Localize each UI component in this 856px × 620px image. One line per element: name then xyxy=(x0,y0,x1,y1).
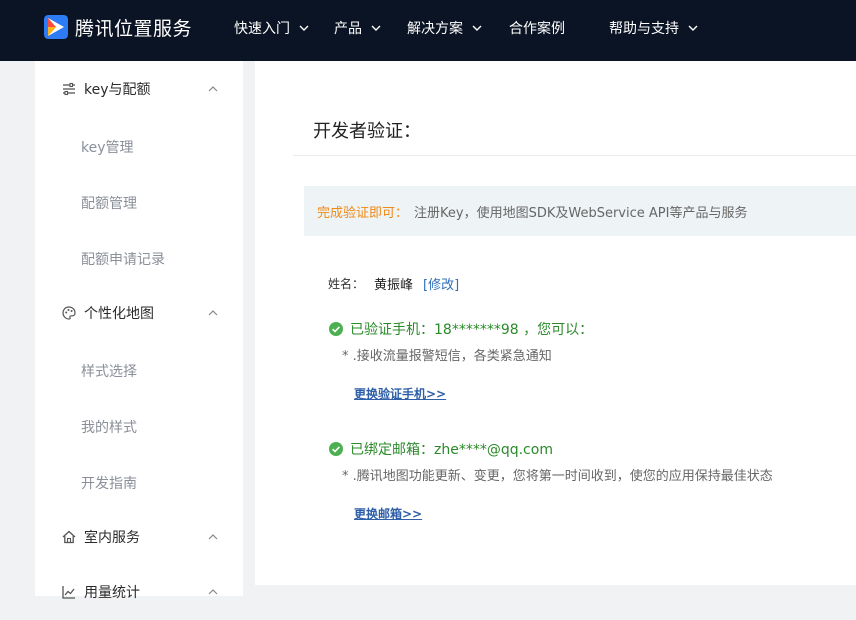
email-status: 已绑定邮箱：zhe****@qq.com xyxy=(350,442,553,458)
check-circle-icon xyxy=(329,322,343,336)
chevron-up-icon xyxy=(208,589,218,595)
sidebar-item-key-management[interactable]: key管理 xyxy=(81,137,134,157)
brand-logo[interactable]: 腾讯位置服务 xyxy=(44,14,192,40)
tencent-map-logo-icon xyxy=(44,15,68,39)
chevron-down-icon xyxy=(472,25,482,31)
sidebar-group-label: 个性化地图 xyxy=(84,306,154,322)
name-row: 姓名： 黄振峰 [修改] xyxy=(328,274,459,293)
main-panel: 开发者验证： 完成验证即可： 注册Key，使用地图SDK及WebService … xyxy=(255,61,856,585)
nav-label: 帮助与支持 xyxy=(609,21,679,37)
chevron-down-icon xyxy=(299,25,309,31)
sidebar-group-label: key与配额 xyxy=(84,82,151,98)
sidebar-item-quota-management[interactable]: 配额管理 xyxy=(81,193,137,213)
title-divider xyxy=(293,155,856,156)
nav-label: 快速入门 xyxy=(234,21,290,37)
email-bound-row: 已绑定邮箱：zhe****@qq.com xyxy=(329,439,553,459)
top-navigation: 腾讯位置服务 快速入门 产品 解决方案 合作案例 帮助与支持 xyxy=(0,0,856,61)
phone-verified-row: 已验证手机：18*******98 ，您可以： xyxy=(329,319,593,339)
sidebar-item-quota-requests[interactable]: 配额申请记录 xyxy=(81,249,165,269)
chart-icon xyxy=(62,586,75,599)
palette-icon xyxy=(62,306,76,320)
nav-label: 解决方案 xyxy=(407,21,463,37)
sidebar: key与配额 key管理 配额管理 配额申请记录 个性化地图 样式选择 我的样式… xyxy=(35,61,243,601)
nav-help-support[interactable]: 帮助与支持 xyxy=(609,18,699,38)
sidebar-group-label: 用量统计 xyxy=(84,585,140,601)
name-value: 黄振峰 xyxy=(374,278,414,293)
nav-solutions[interactable]: 解决方案 xyxy=(407,18,483,38)
chevron-up-icon xyxy=(208,86,218,92)
sidebar-group-custom-map[interactable]: 个性化地图 xyxy=(35,285,243,341)
sidebar-group-indoor-service[interactable]: 室内服务 xyxy=(35,509,243,565)
nav-quick-start[interactable]: 快速入门 xyxy=(234,18,310,38)
sidebar-group-key-quota[interactable]: key与配额 xyxy=(35,61,243,117)
nav-cases[interactable]: 合作案例 xyxy=(509,18,565,38)
sidebar-group-usage-stats[interactable]: 用量统计 xyxy=(35,564,243,620)
sidebar-item-style-select[interactable]: 样式选择 xyxy=(81,361,137,381)
notice-highlight: 完成验证即可： xyxy=(317,205,409,221)
chevron-down-icon xyxy=(688,25,698,31)
sidebar-group-label: 室内服务 xyxy=(84,530,140,546)
phone-benefit-note: * .接收流量报警短信，各类紧急通知 xyxy=(342,349,552,364)
nav-label: 产品 xyxy=(334,21,362,37)
sliders-icon xyxy=(63,82,75,96)
chevron-down-icon xyxy=(371,25,381,31)
email-benefit-note: * .腾讯地图功能更新、变更，您将第一时间收到，使您的应用保持最佳状态 xyxy=(342,469,773,484)
notice-text: 注册Key，使用地图SDK及WebService API等产品与服务 xyxy=(414,205,748,221)
chevron-up-icon xyxy=(208,310,218,316)
home-icon xyxy=(62,530,76,544)
phone-status: 已验证手机：18*******98 ，您可以： xyxy=(350,322,594,338)
page-title: 开发者验证： xyxy=(313,121,421,142)
nav-label: 合作案例 xyxy=(509,21,565,37)
change-email-link[interactable]: 更换邮箱>> xyxy=(354,505,422,522)
nav-products[interactable]: 产品 xyxy=(334,18,382,38)
sidebar-item-dev-guide[interactable]: 开发指南 xyxy=(81,473,137,493)
change-phone-link[interactable]: 更换验证手机>> xyxy=(354,385,446,402)
brand-name: 腾讯位置服务 xyxy=(75,17,193,40)
edit-name-link[interactable]: [修改] xyxy=(423,274,459,293)
name-label: 姓名： xyxy=(328,277,365,291)
sidebar-item-my-styles[interactable]: 我的样式 xyxy=(81,417,137,437)
verification-notice: 完成验证即可： 注册Key，使用地图SDK及WebService API等产品与… xyxy=(304,186,856,236)
check-circle-icon xyxy=(329,442,343,456)
chevron-up-icon xyxy=(208,534,218,540)
